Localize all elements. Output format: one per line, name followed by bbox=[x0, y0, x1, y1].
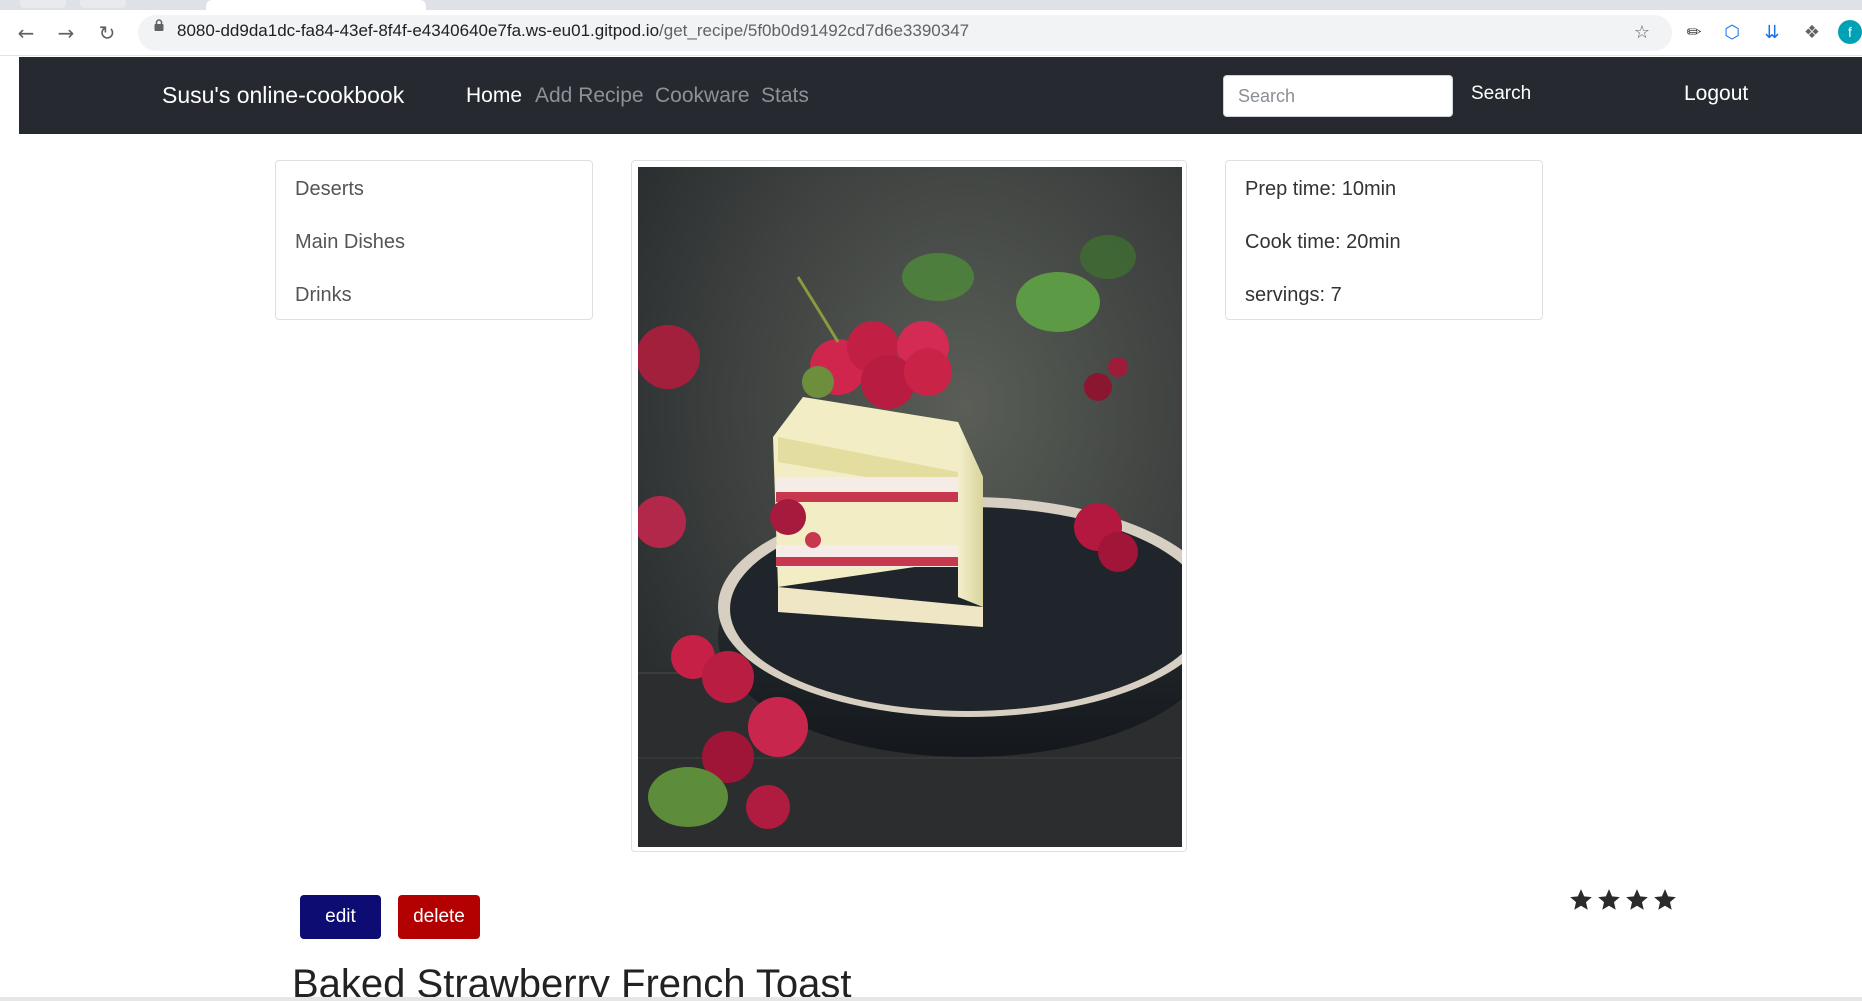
edit-button[interactable]: edit bbox=[300, 895, 381, 939]
reload-icon[interactable]: ↻ bbox=[93, 19, 121, 47]
logout-link[interactable]: Logout bbox=[1684, 82, 1748, 106]
rating-stars bbox=[1568, 887, 1678, 913]
nav-link-home[interactable]: Home bbox=[466, 84, 522, 108]
star-icon[interactable] bbox=[1624, 887, 1650, 913]
cook-time: Cook time: 20min bbox=[1245, 231, 1401, 253]
browser-tab-active[interactable] bbox=[206, 0, 426, 10]
star-icon[interactable] bbox=[1652, 887, 1678, 913]
forward-icon[interactable]: → bbox=[52, 19, 80, 47]
recipe-info-card: Prep time: 10min Cook time: 20min servin… bbox=[1225, 160, 1543, 320]
prep-time: Prep time: 10min bbox=[1245, 178, 1397, 200]
categories-list: Deserts Main Dishes Drinks bbox=[275, 160, 593, 320]
browser-tab[interactable] bbox=[20, 0, 66, 8]
nav-link-stats[interactable]: Stats bbox=[761, 84, 809, 108]
nav-link-add-recipe[interactable]: Add Recipe bbox=[535, 84, 644, 108]
search-button[interactable]: Search bbox=[1471, 83, 1531, 105]
profile-avatar[interactable]: f bbox=[1838, 20, 1862, 44]
category-deserts[interactable]: Deserts bbox=[295, 178, 364, 201]
lock-icon bbox=[154, 19, 164, 31]
nav-link-cookware[interactable]: Cookware bbox=[655, 84, 750, 108]
back-icon[interactable]: ← bbox=[12, 19, 40, 47]
servings: servings: 7 bbox=[1245, 284, 1342, 306]
url-host: 8080-dd9da1dc-fa84-43ef-8f4f-e4340640e7f… bbox=[177, 21, 660, 40]
site-navbar: Susu's online-cookbook Home Add Recipe C… bbox=[19, 57, 1862, 134]
search-input[interactable] bbox=[1223, 75, 1453, 117]
brand-link[interactable]: Susu's online-cookbook bbox=[162, 82, 404, 109]
hexagon-extension-icon[interactable]: ⬡ bbox=[1720, 20, 1744, 44]
url-path: /get_recipe/5f0b0d91492cd7d6e3390347 bbox=[659, 21, 970, 40]
delete-button[interactable]: delete bbox=[398, 895, 480, 939]
url-text[interactable]: 8080-dd9da1dc-fa84-43ef-8f4f-e4340640e7f… bbox=[177, 21, 969, 41]
bookmark-star-icon[interactable]: ☆ bbox=[1630, 20, 1654, 44]
category-main-dishes[interactable]: Main Dishes bbox=[295, 231, 405, 254]
browser-tab[interactable] bbox=[80, 0, 126, 8]
recipe-title: Baked Strawberry French Toast bbox=[292, 962, 852, 1001]
star-icon[interactable] bbox=[1568, 887, 1594, 913]
recipe-image-card bbox=[631, 160, 1187, 852]
browser-tabstrip bbox=[0, 0, 1862, 10]
chevrons-extension-icon[interactable]: ⇊ bbox=[1760, 20, 1784, 44]
puzzle-extensions-icon[interactable]: ❖ bbox=[1800, 20, 1824, 44]
category-drinks[interactable]: Drinks bbox=[295, 284, 352, 307]
recipe-photo bbox=[638, 167, 1182, 847]
star-icon[interactable] bbox=[1596, 887, 1622, 913]
eyedropper-extension-icon[interactable]: ✏ bbox=[1682, 20, 1706, 44]
page-bottom-divider bbox=[0, 997, 1862, 1001]
